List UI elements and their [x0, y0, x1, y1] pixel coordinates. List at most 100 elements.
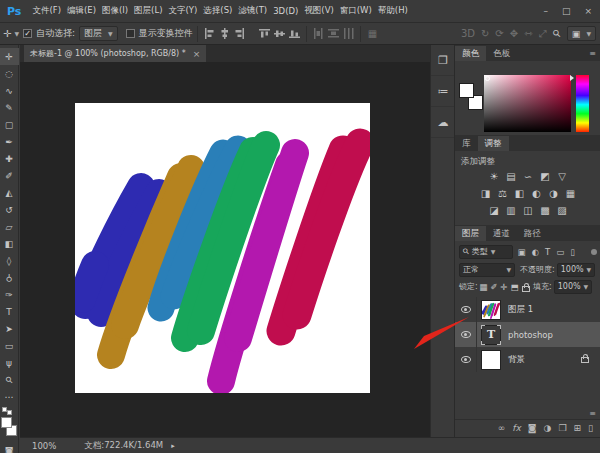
layer1-thumbnail[interactable]	[481, 300, 501, 320]
color-balance-icon[interactable]: ⚖	[497, 187, 509, 199]
tool-shape[interactable]: ▭	[0, 337, 19, 354]
tool-gradient[interactable]: ◧	[0, 235, 19, 252]
tool-clone-stamp[interactable]: ◭	[0, 184, 19, 201]
status-chevron-icon[interactable]: ▸	[171, 442, 175, 450]
distribute-center-icon[interactable]	[328, 28, 339, 39]
filter-type-dropdown[interactable]: ⚲ 类型 ▼	[459, 245, 513, 259]
menu-type[interactable]: 文字(Y)	[165, 5, 200, 17]
status-zoom-level[interactable]: 100%	[32, 441, 56, 451]
tool-zoom[interactable]: ⚲	[0, 371, 19, 388]
threed-pan-icon[interactable]: ✥	[510, 28, 518, 39]
quick-mask-button[interactable]: ◙	[0, 442, 19, 453]
tool-lasso[interactable]: ∿	[0, 82, 19, 99]
menu-window[interactable]: 窗口(W)	[337, 5, 375, 17]
color-gradient-field[interactable]	[484, 75, 571, 132]
text-layer-thumbnail[interactable]: T	[481, 325, 501, 345]
workspace-switcher[interactable]: ▣▼	[567, 26, 596, 41]
exposure-icon[interactable]: ◩	[539, 170, 551, 182]
tab-paths[interactable]: 路径	[517, 226, 548, 241]
auto-select-dropdown[interactable]: 图层 ▼	[79, 26, 118, 41]
filter-pixel-icon[interactable]: ▣	[518, 247, 526, 257]
threed-roll-icon[interactable]: ⟳	[495, 28, 503, 39]
tool-brush[interactable]: ✐	[0, 167, 19, 184]
color-lookup-icon[interactable]: ▦	[565, 187, 577, 199]
panel-menu-icon[interactable]: ≡	[589, 49, 596, 58]
tool-healing-brush[interactable]: ✚	[0, 150, 19, 167]
filter-adjustment-icon[interactable]: ◐	[532, 247, 539, 257]
history-panel-icon[interactable]: ❐	[431, 45, 455, 76]
layer-style-icon[interactable]: fx	[512, 423, 521, 433]
invert-icon[interactable]: ◪	[488, 204, 500, 216]
distribute-right-icon[interactable]	[343, 28, 354, 39]
tool-move[interactable]: ✛	[0, 48, 19, 65]
fill-dropdown[interactable]: 100% ▼	[554, 280, 593, 294]
threshold-icon[interactable]: ◫	[522, 204, 534, 216]
tool-eyedropper[interactable]: ✒	[0, 133, 19, 150]
layer-name[interactable]: photoshop	[508, 330, 553, 340]
photo-filter-icon[interactable]: ◐	[531, 187, 543, 199]
tool-preset-arrow-icon[interactable]: ▼	[14, 30, 19, 37]
tab-color[interactable]: 颜色	[455, 46, 486, 61]
align-bottom-icon[interactable]	[289, 28, 300, 39]
menu-3d[interactable]: 3D(D)	[270, 6, 301, 16]
default-colors-icon[interactable]	[0, 405, 19, 414]
tool-quick-selection[interactable]: ✎	[0, 99, 19, 116]
tool-eraser[interactable]: ▱	[0, 218, 19, 235]
close-button[interactable]: ×	[584, 6, 592, 16]
visibility-cell[interactable]	[455, 347, 477, 372]
distribute-left-icon[interactable]	[313, 28, 324, 39]
filter-shape-icon[interactable]: ▭	[556, 247, 564, 257]
lock-artboard-icon[interactable]: ⬒	[510, 282, 518, 292]
maximize-button[interactable]: □	[562, 6, 571, 16]
tool-dodge[interactable]: ⚲	[0, 269, 19, 286]
document-tab[interactable]: 未标题-1 @ 100% (photoshop, RGB/8) * ×	[24, 45, 206, 62]
hue-slider[interactable]	[576, 75, 589, 132]
filter-toggle-icon[interactable]	[591, 249, 597, 255]
new-adjustment-icon[interactable]: ◑	[544, 423, 552, 433]
tool-marquee[interactable]: ◌	[0, 65, 19, 82]
menu-image[interactable]: 图像(I)	[99, 5, 131, 17]
layer-name[interactable]: 图层 1	[508, 304, 533, 316]
canvas[interactable]	[75, 103, 370, 393]
new-group-icon[interactable]: ❒	[558, 423, 566, 433]
new-layer-icon[interactable]: ⊞	[574, 423, 582, 433]
tab-channels[interactable]: 通道	[486, 226, 517, 241]
black-white-icon[interactable]: ◧	[514, 187, 526, 199]
filter-text-icon[interactable]: T	[545, 247, 550, 257]
blend-mode-dropdown[interactable]: 正常 ▼	[459, 263, 515, 277]
posterize-icon[interactable]: ▥	[505, 204, 517, 216]
menu-file[interactable]: 文件(F)	[29, 5, 64, 17]
vibrance-icon[interactable]: ▽	[556, 170, 568, 182]
menu-layer[interactable]: 图层(L)	[131, 5, 165, 17]
tool-pen[interactable]: ✑	[0, 286, 19, 303]
curves-icon[interactable]: ∽	[522, 170, 534, 182]
layer-row-background[interactable]: 背景	[455, 347, 600, 372]
lock-all-icon[interactable]	[520, 282, 530, 292]
menu-help[interactable]: 帮助(H)	[375, 5, 411, 17]
background-thumbnail[interactable]	[481, 350, 501, 370]
visibility-cell[interactable]	[455, 322, 477, 347]
menu-filter[interactable]: 滤镜(T)	[235, 5, 270, 17]
tab-adjustments[interactable]: 调整	[478, 136, 509, 151]
tab-swatches[interactable]: 色板	[486, 46, 517, 61]
layer-name[interactable]: 背景	[508, 354, 525, 366]
menu-view[interactable]: 视图(V)	[301, 5, 336, 17]
visibility-cell[interactable]	[455, 297, 477, 322]
selective-color-icon[interactable]: ▨	[556, 204, 568, 216]
delete-layer-icon[interactable]: ▯	[588, 423, 593, 433]
align-left-icon[interactable]	[204, 28, 215, 39]
threed-slide-icon[interactable]: ⇿	[524, 28, 532, 39]
filter-smart-icon[interactable]: ▯	[570, 247, 575, 257]
panel-menu-icon[interactable]: ≡	[589, 409, 596, 418]
brightness-contrast-icon[interactable]: ☀	[488, 170, 500, 182]
channel-mixer-icon[interactable]: ◑	[548, 187, 560, 199]
align-center-h-icon[interactable]	[219, 28, 230, 39]
foreground-color-swatch[interactable]	[1, 417, 12, 428]
levels-icon[interactable]: ▤	[505, 170, 517, 182]
tool-crop[interactable]: ▢	[0, 116, 19, 133]
menu-edit[interactable]: 编辑(E)	[64, 5, 99, 17]
link-layers-icon[interactable]: ∞	[498, 423, 506, 433]
gradient-map-icon[interactable]: ▩	[539, 204, 551, 216]
align-top-icon[interactable]	[259, 28, 270, 39]
properties-panel-icon[interactable]: ≔	[431, 76, 455, 107]
